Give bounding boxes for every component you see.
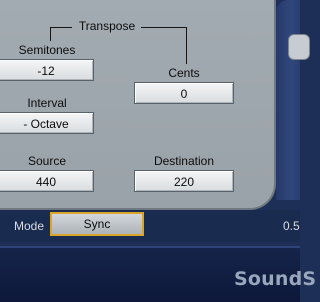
transpose-title: Transpose bbox=[78, 19, 136, 33]
transpose-bracket-left-vertical bbox=[50, 27, 51, 41]
side-knob[interactable] bbox=[288, 34, 310, 60]
side-strip bbox=[276, 0, 300, 200]
mode-label: Mode bbox=[14, 219, 45, 233]
transpose-bracket-right-horizontal bbox=[141, 27, 187, 28]
brand-logo-text: SoundS bbox=[234, 268, 317, 290]
transpose-bracket-left-horizontal bbox=[50, 27, 72, 28]
interval-field[interactable]: - Octave bbox=[0, 112, 94, 134]
transpose-bracket-right-vertical bbox=[186, 27, 187, 64]
semitones-label: Semitones bbox=[18, 43, 76, 57]
cents-field[interactable]: 0 bbox=[134, 82, 234, 104]
mode-selector-button[interactable]: Sync bbox=[50, 212, 144, 236]
interval-label: Interval bbox=[27, 96, 67, 110]
mode-bar bbox=[0, 210, 300, 242]
destination-field[interactable]: 220 bbox=[134, 170, 234, 192]
source-field[interactable]: 440 bbox=[0, 170, 94, 192]
cents-label: Cents bbox=[168, 66, 200, 80]
semitones-field[interactable]: -12 bbox=[0, 59, 94, 81]
source-label: Source bbox=[27, 154, 67, 168]
right-value-readout: 0.5 bbox=[283, 219, 300, 233]
destination-label: Destination bbox=[153, 154, 215, 168]
